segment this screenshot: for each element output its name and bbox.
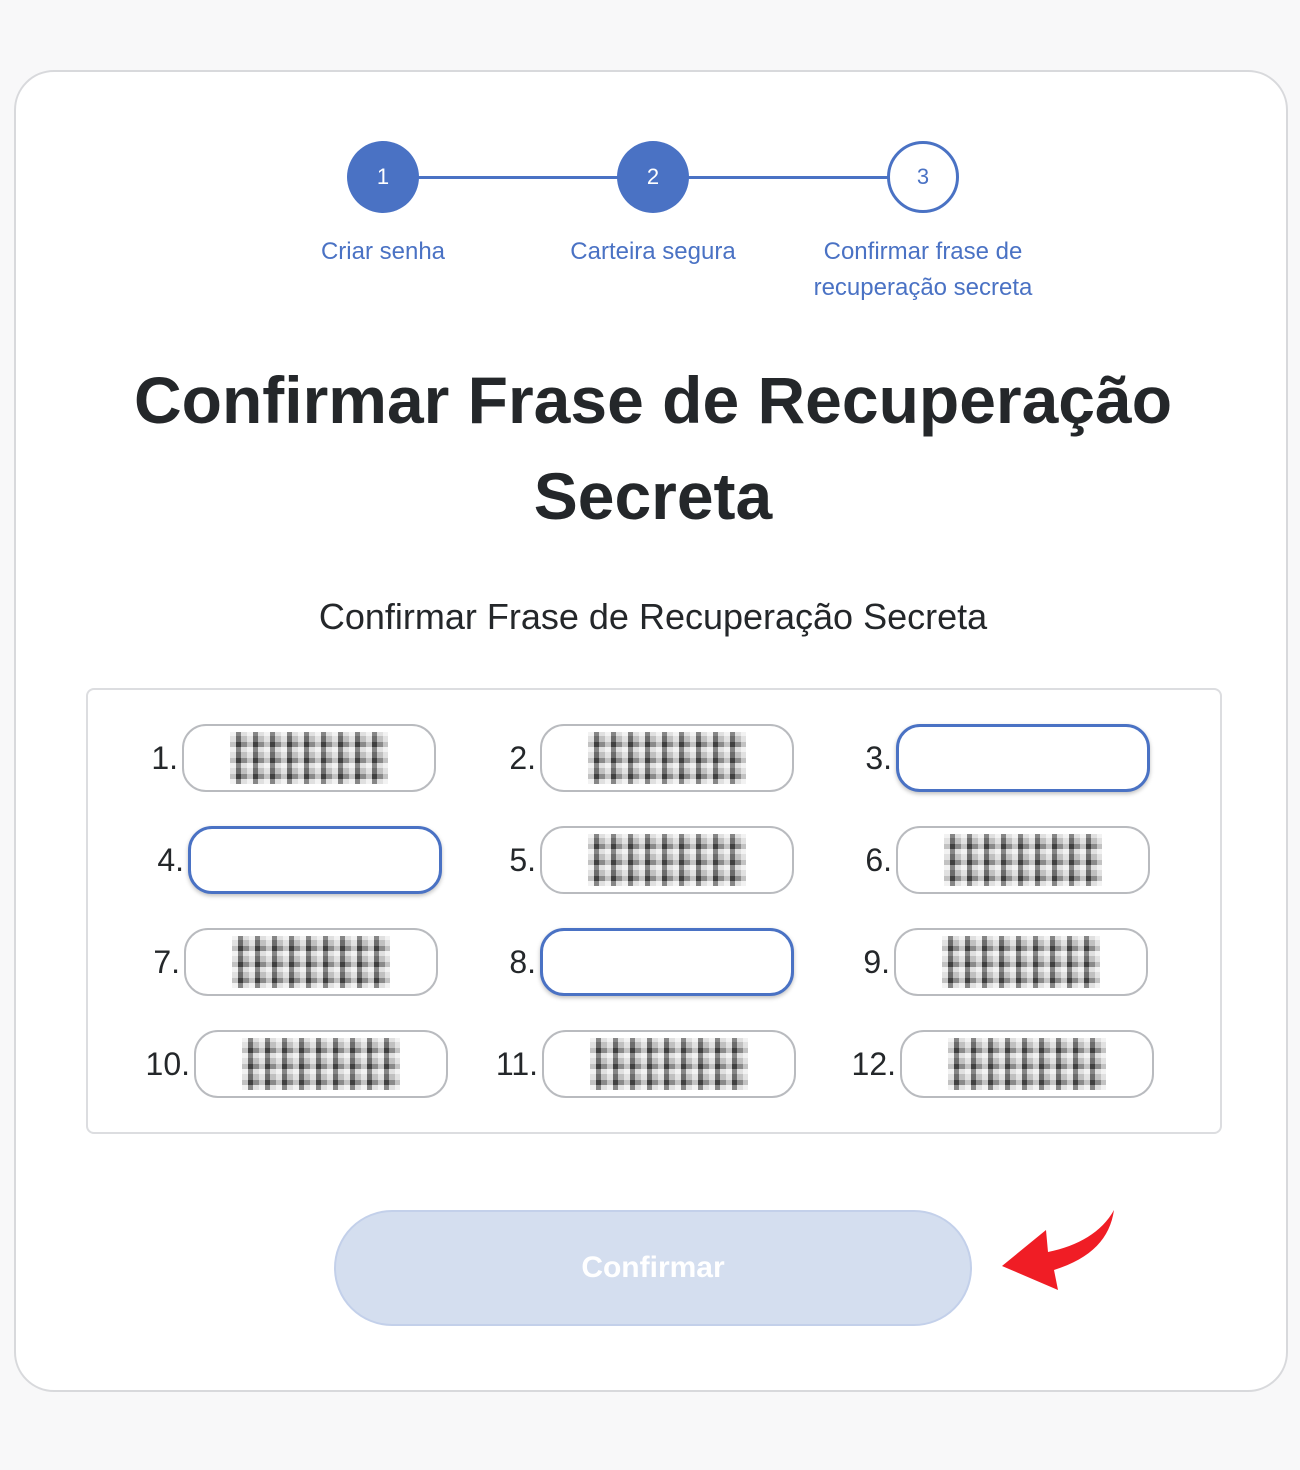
word-field-hidden: [900, 1030, 1154, 1098]
word-slot-1: 1.: [151, 724, 436, 792]
word-field-hidden: [542, 1030, 796, 1098]
progress-stepper: 1 2 3 Criar senha Carteira segura Confir…: [16, 72, 1286, 332]
word-number: 1.: [151, 740, 178, 776]
step-3-circle: 3: [887, 141, 959, 213]
hidden-word-placeholder: [588, 732, 746, 784]
hidden-word-placeholder: [948, 1038, 1106, 1090]
word-field-hidden: [540, 826, 794, 894]
word-slot-8: 8.: [509, 928, 794, 996]
hidden-word-placeholder: [588, 834, 746, 886]
hidden-word-placeholder: [942, 936, 1100, 988]
word-field-hidden: [184, 928, 438, 996]
word-number: 8.: [509, 944, 536, 980]
word-field-hidden: [896, 826, 1150, 894]
page-title: Confirmar Frase de Recuperação Secreta: [133, 363, 1173, 533]
onboarding-card: 1 2 3 Criar senha Carteira segura Confir…: [14, 70, 1288, 1392]
word-number: 5.: [509, 842, 536, 878]
word-slot-10: 10.: [146, 1030, 448, 1098]
recovery-phrase-grid: 1. 2. 3. 4. 5. 6. 7. 8. 9. 10. 11. 12.: [86, 688, 1222, 1134]
page-subtitle: Confirmar Frase de Recuperação Secreta: [318, 596, 988, 637]
word-slot-5: 5.: [509, 826, 794, 894]
word-input-field[interactable]: [540, 928, 794, 996]
hidden-word-placeholder: [590, 1038, 748, 1090]
word-slot-6: 6.: [865, 826, 1150, 894]
word-slot-11: 11.: [496, 1030, 796, 1098]
word-field-hidden: [540, 724, 794, 792]
word-slot-9: 9.: [863, 928, 1148, 996]
word-input-field[interactable]: [188, 826, 442, 894]
word-number: 3.: [865, 740, 892, 776]
hidden-word-placeholder: [232, 936, 390, 988]
word-slot-12: 12.: [852, 1030, 1154, 1098]
word-field-hidden: [182, 724, 436, 792]
step-1-circle: 1: [347, 141, 419, 213]
red-arrow-icon: [1002, 1210, 1114, 1290]
hidden-word-placeholder: [944, 834, 1102, 886]
word-number: 10.: [145, 1046, 190, 1082]
word-number: 4.: [157, 842, 184, 878]
word-number: 9.: [863, 944, 890, 980]
word-number: 12.: [851, 1046, 896, 1082]
word-slot-3: 3.: [865, 724, 1150, 792]
word-3-input[interactable]: [899, 727, 1147, 789]
step-3-label: Confirmar frase de recuperação secreta: [813, 238, 1033, 301]
word-field-hidden: [194, 1030, 448, 1098]
word-slot-7: 7.: [153, 928, 438, 996]
word-slot-2: 2.: [509, 724, 794, 792]
word-number: 6.: [865, 842, 892, 878]
word-number: 11.: [495, 1046, 538, 1082]
step-connector: [686, 176, 902, 179]
confirm-button[interactable]: Confirmar: [334, 1210, 972, 1326]
word-input-field[interactable]: [896, 724, 1150, 792]
word-slot-4: 4.: [157, 826, 442, 894]
word-8-input[interactable]: [543, 931, 791, 993]
step-connector: [416, 176, 632, 179]
word-number: 2.: [509, 740, 536, 776]
word-field-hidden: [894, 928, 1148, 996]
step-2-label: Carteira segura: [570, 238, 736, 265]
hidden-word-placeholder: [230, 732, 388, 784]
word-number: 7.: [153, 944, 180, 980]
step-1-label: Criar senha: [320, 238, 446, 265]
hidden-word-placeholder: [242, 1038, 400, 1090]
word-4-input[interactable]: [191, 829, 439, 891]
step-2-circle: 2: [617, 141, 689, 213]
